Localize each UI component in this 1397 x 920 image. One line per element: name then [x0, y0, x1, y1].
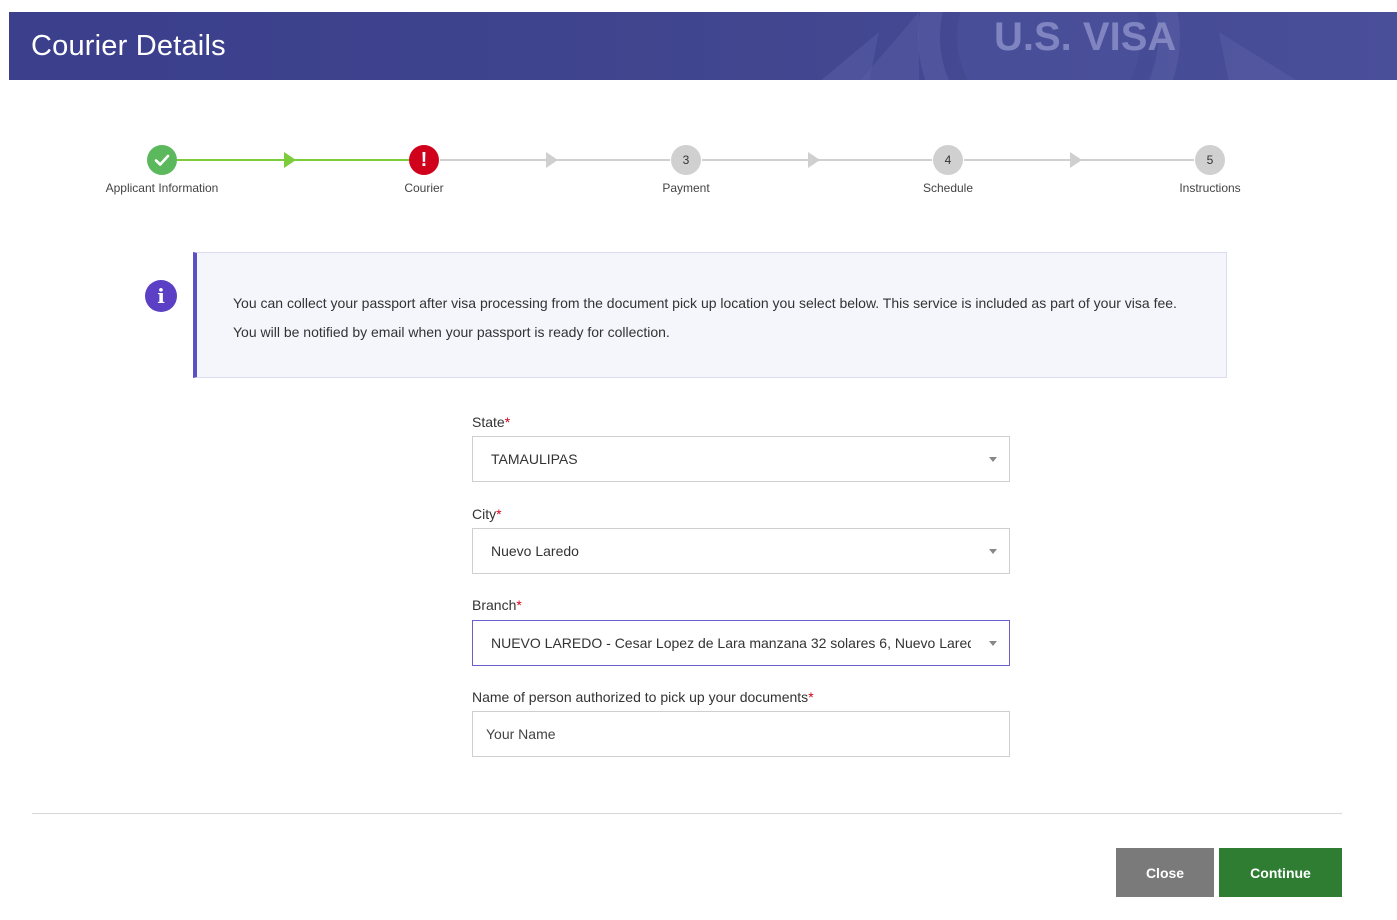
step-1-complete — [147, 145, 177, 175]
chevron-down-icon — [989, 549, 997, 554]
branch-select[interactable]: NUEVO LAREDO - Cesar Lopez de Lara manza… — [472, 620, 1010, 666]
step-label-payment: Payment — [662, 181, 710, 195]
required-marker: * — [516, 597, 522, 613]
required-marker: * — [808, 689, 814, 705]
checkmark-icon — [154, 154, 170, 166]
step-number: 4 — [944, 153, 952, 167]
step-arrow-icon — [808, 152, 820, 168]
step-label-schedule: Schedule — [922, 181, 974, 195]
city-label-text: City — [472, 506, 497, 522]
state-select[interactable]: TAMAULIPAS — [472, 436, 1010, 482]
state-label: State* — [472, 414, 510, 430]
branch-select-value: NUEVO LAREDO - Cesar Lopez de Lara manza… — [491, 635, 971, 651]
info-icon: i — [145, 280, 177, 312]
required-marker: * — [496, 506, 502, 522]
page-title: Courier Details — [31, 30, 226, 62]
top-strip — [0, 0, 1397, 12]
city-select-value: Nuevo Laredo — [491, 543, 579, 559]
step-label-applicant-information: Applicant Information — [105, 181, 219, 195]
city-label: City* — [472, 506, 502, 522]
step-2-error: ! — [409, 145, 439, 175]
step-4: 4 — [933, 145, 963, 175]
exclamation-icon: ! — [420, 148, 428, 171]
footer-divider — [32, 813, 1342, 814]
state-select-value: TAMAULIPAS — [491, 451, 578, 467]
authorized-person-label-text: Name of person authorized to pick up you… — [472, 689, 809, 705]
chevron-down-icon — [989, 457, 997, 462]
branch-label: Branch* — [472, 597, 522, 613]
required-marker: * — [504, 414, 511, 430]
step-number: 3 — [682, 153, 690, 167]
continue-button[interactable]: Continue — [1219, 848, 1342, 897]
step-arrow-icon — [546, 152, 558, 168]
authorized-person-label: Name of person authorized to pick up you… — [472, 689, 814, 705]
step-3: 3 — [671, 145, 701, 175]
step-5: 5 — [1195, 145, 1225, 175]
step-number: 5 — [1206, 153, 1214, 167]
branch-label-text: Branch — [472, 597, 517, 613]
chevron-down-icon — [989, 641, 997, 646]
state-label-text: State — [472, 414, 505, 430]
step-label-instructions: Instructions — [1179, 181, 1241, 195]
close-button[interactable]: Close — [1116, 848, 1214, 897]
authorized-person-input[interactable] — [472, 711, 1010, 757]
svg-text:U.S. VISA: U.S. VISA — [994, 15, 1176, 59]
progress-stepper: Applicant Information ! Courier 3 Paymen… — [0, 140, 1397, 210]
step-arrow-icon — [1070, 152, 1082, 168]
step-arrow-icon — [284, 152, 296, 168]
info-message: You can collect your passport after visa… — [233, 295, 1177, 340]
info-callout: You can collect your passport after visa… — [193, 252, 1227, 378]
step-label-courier: Courier — [404, 181, 444, 195]
page-header: U.S. VISA Courier Details — [9, 12, 1397, 80]
city-select[interactable]: Nuevo Laredo — [472, 528, 1010, 574]
visa-seal-watermark: U.S. VISA — [821, 12, 1296, 80]
